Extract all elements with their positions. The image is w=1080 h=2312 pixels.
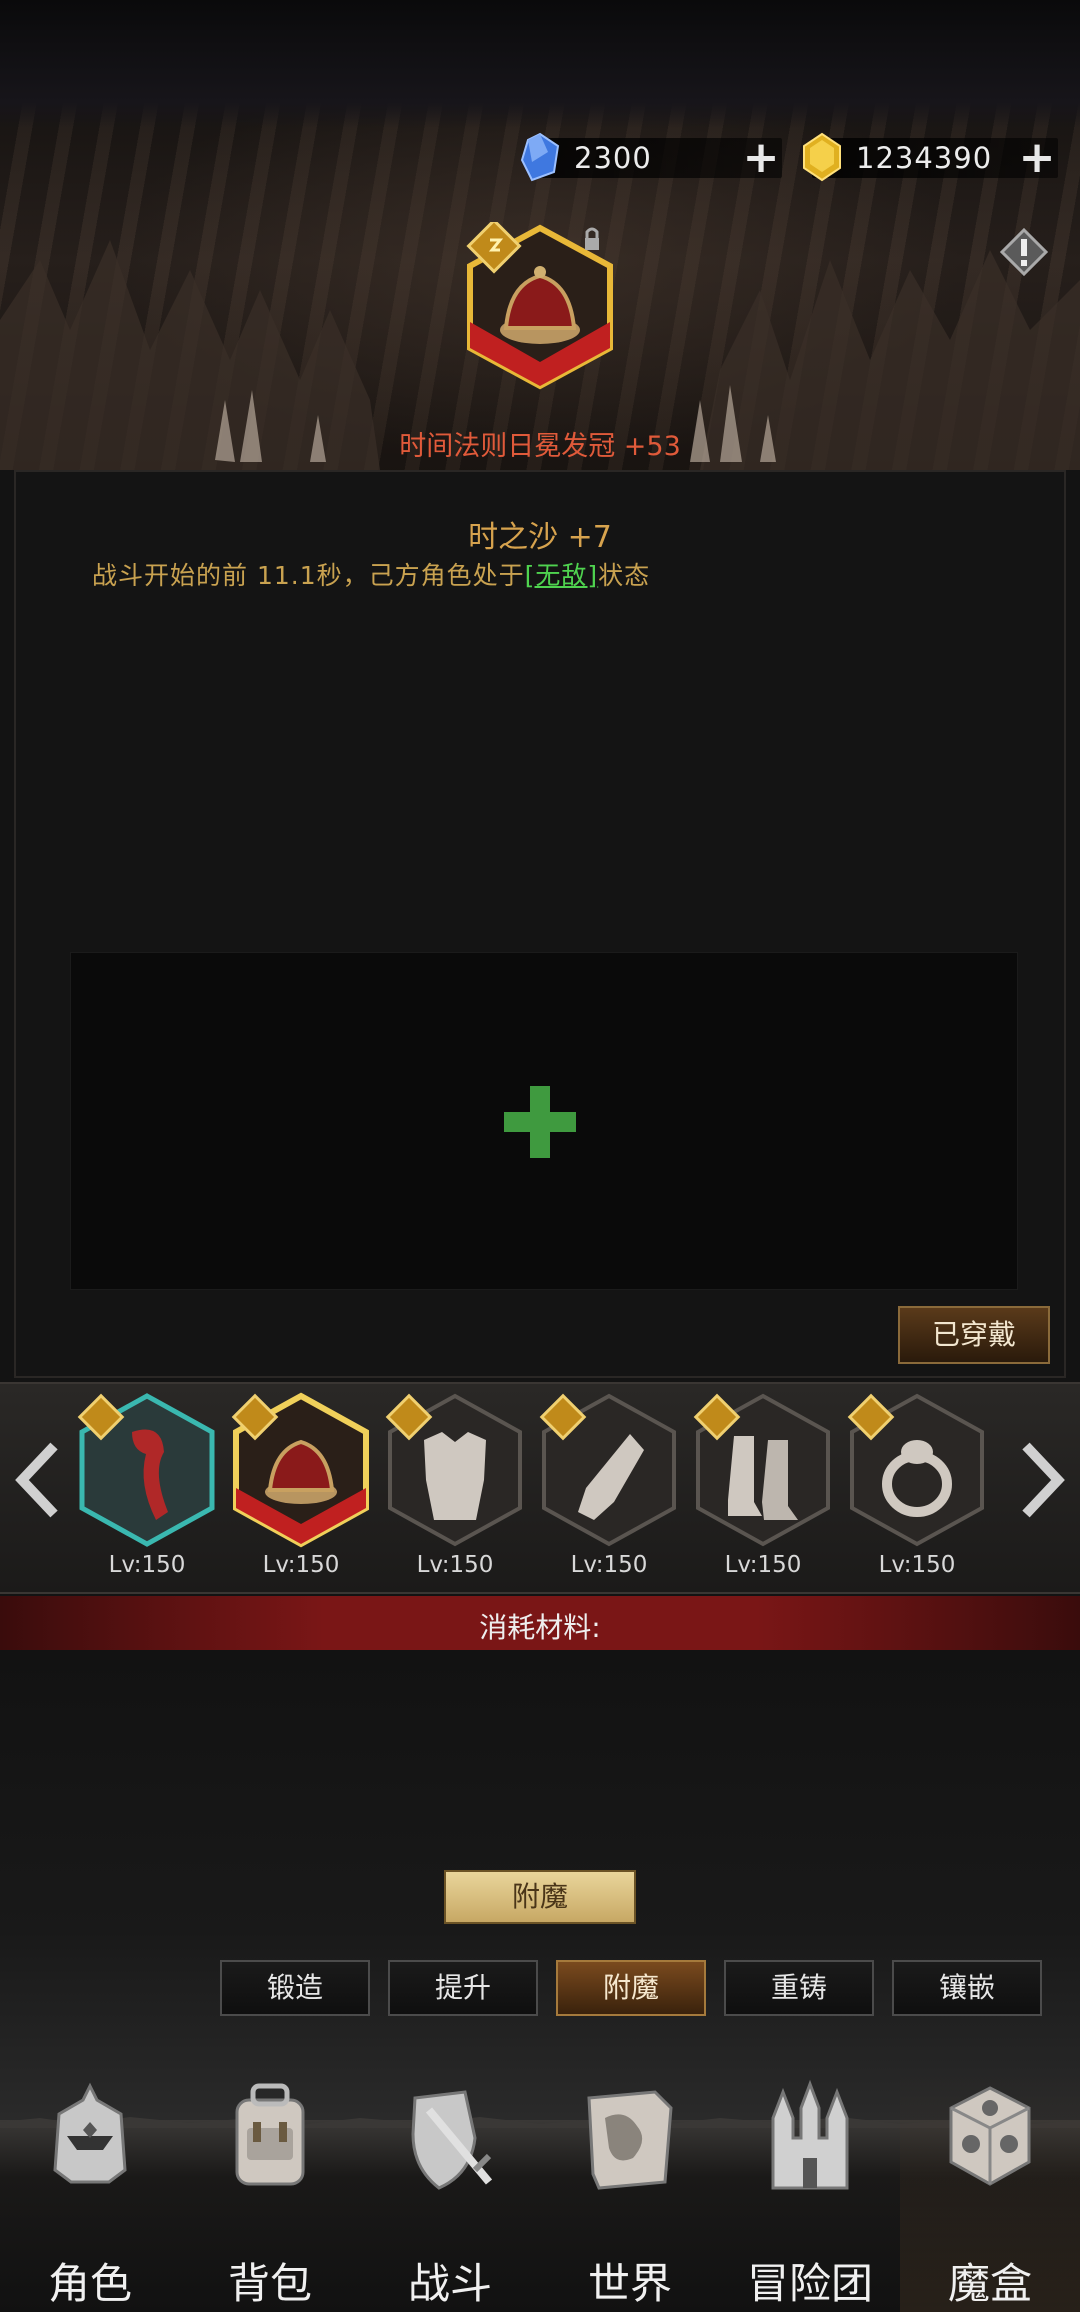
invincible-keyword[interactable]: [无敌] — [525, 561, 599, 590]
add-icon[interactable] — [500, 1082, 580, 1162]
gauntlet-icon — [539, 1393, 676, 1547]
prev-arrow-icon[interactable] — [12, 1440, 64, 1520]
scarf-icon — [77, 1393, 215, 1547]
info-icon[interactable] — [1000, 228, 1048, 276]
gold-gem-icon — [803, 132, 841, 182]
equip-level: Lv:150 — [724, 1552, 802, 1578]
desc-suffix: 状态 — [598, 561, 651, 590]
crown-icon — [231, 1392, 369, 1548]
equip-item-gauntlet[interactable]: Lv:150 — [534, 1392, 684, 1582]
nav-item-adventure-group[interactable]: 冒险团 — [720, 2070, 900, 2312]
selected-equipment-icon[interactable] — [460, 222, 620, 392]
gem-value: 2300 — [574, 141, 652, 175]
blue-gem-icon — [520, 132, 560, 182]
sword-shield-icon — [411, 2090, 493, 2190]
enchant-title: 时之沙 +7 — [468, 520, 612, 555]
equip-level: Lv:150 — [108, 1552, 186, 1578]
magic-cube-icon — [949, 2086, 1031, 2186]
consume-material-label: 消耗材料: — [479, 1611, 601, 1644]
armor-icon — [385, 1393, 522, 1547]
nav-label: 魔盒 — [947, 2259, 1032, 2308]
nav-item-backpack[interactable]: 背包 — [180, 2070, 360, 2312]
gem-currency: 2300 + — [520, 132, 782, 182]
equip-item-ring[interactable]: Lv:150 — [842, 1392, 992, 1582]
ring-icon — [847, 1393, 984, 1547]
equipped-button[interactable]: 已穿戴 — [898, 1306, 1050, 1364]
nav-item-magic-box[interactable]: 魔盒 — [900, 2070, 1080, 2312]
castle-icon — [771, 2079, 849, 2190]
add-gem-button[interactable]: + — [742, 136, 780, 180]
nav-label: 冒险团 — [746, 2259, 873, 2308]
equip-level: Lv:150 — [262, 1552, 340, 1578]
gold-currency: 1234390 + — [803, 132, 1058, 182]
enchant-button[interactable]: 附魔 — [444, 1870, 636, 1924]
status-bar-area — [0, 0, 1080, 128]
nav-label: 背包 — [227, 2259, 312, 2308]
nav-item-world[interactable]: 世界 — [540, 2070, 720, 2312]
enchant-description: 战斗开始的前 11.1秒，己方角色处于[无敌]状态 — [92, 556, 650, 592]
nav-item-battle[interactable]: 战斗 — [360, 2070, 540, 2312]
equip-level: Lv:150 — [878, 1552, 956, 1578]
tab-reforge[interactable]: 重铸 — [724, 1960, 874, 2016]
tab-inlay[interactable]: 镶嵌 — [892, 1960, 1042, 2016]
tab-enchant[interactable]: 附魔 — [556, 1960, 706, 2016]
nav-label: 世界 — [587, 2259, 672, 2308]
add-gold-button[interactable]: + — [1018, 136, 1056, 180]
equipment-name: 时间法则日冕发冠 +53 — [399, 431, 681, 462]
nav-label: 战斗 — [407, 2259, 492, 2308]
next-arrow-icon[interactable] — [1016, 1440, 1068, 1520]
equip-item-scarf[interactable]: Lv:150 — [72, 1392, 222, 1582]
desc-prefix: 战斗开始的前 11.1秒，己方角色处于 — [92, 561, 525, 590]
helmet-icon — [53, 2082, 127, 2184]
nav-item-character[interactable]: 角色 — [0, 2070, 180, 2312]
nav-label: 角色 — [47, 2259, 132, 2308]
equip-item-armor[interactable]: Lv:150 — [380, 1392, 530, 1582]
tab-forge[interactable]: 锻造 — [220, 1960, 370, 2016]
map-icon — [587, 2090, 673, 2190]
backpack-icon — [235, 2083, 305, 2186]
gold-value: 1234390 — [856, 141, 993, 175]
tab-upgrade[interactable]: 提升 — [388, 1960, 538, 2016]
equip-item-boots[interactable]: Lv:150 — [688, 1392, 838, 1582]
equip-item-crown[interactable]: Lv:150 — [226, 1392, 376, 1582]
equip-level: Lv:150 — [570, 1552, 648, 1578]
equip-level: Lv:150 — [416, 1552, 494, 1578]
boots-icon — [693, 1393, 830, 1547]
